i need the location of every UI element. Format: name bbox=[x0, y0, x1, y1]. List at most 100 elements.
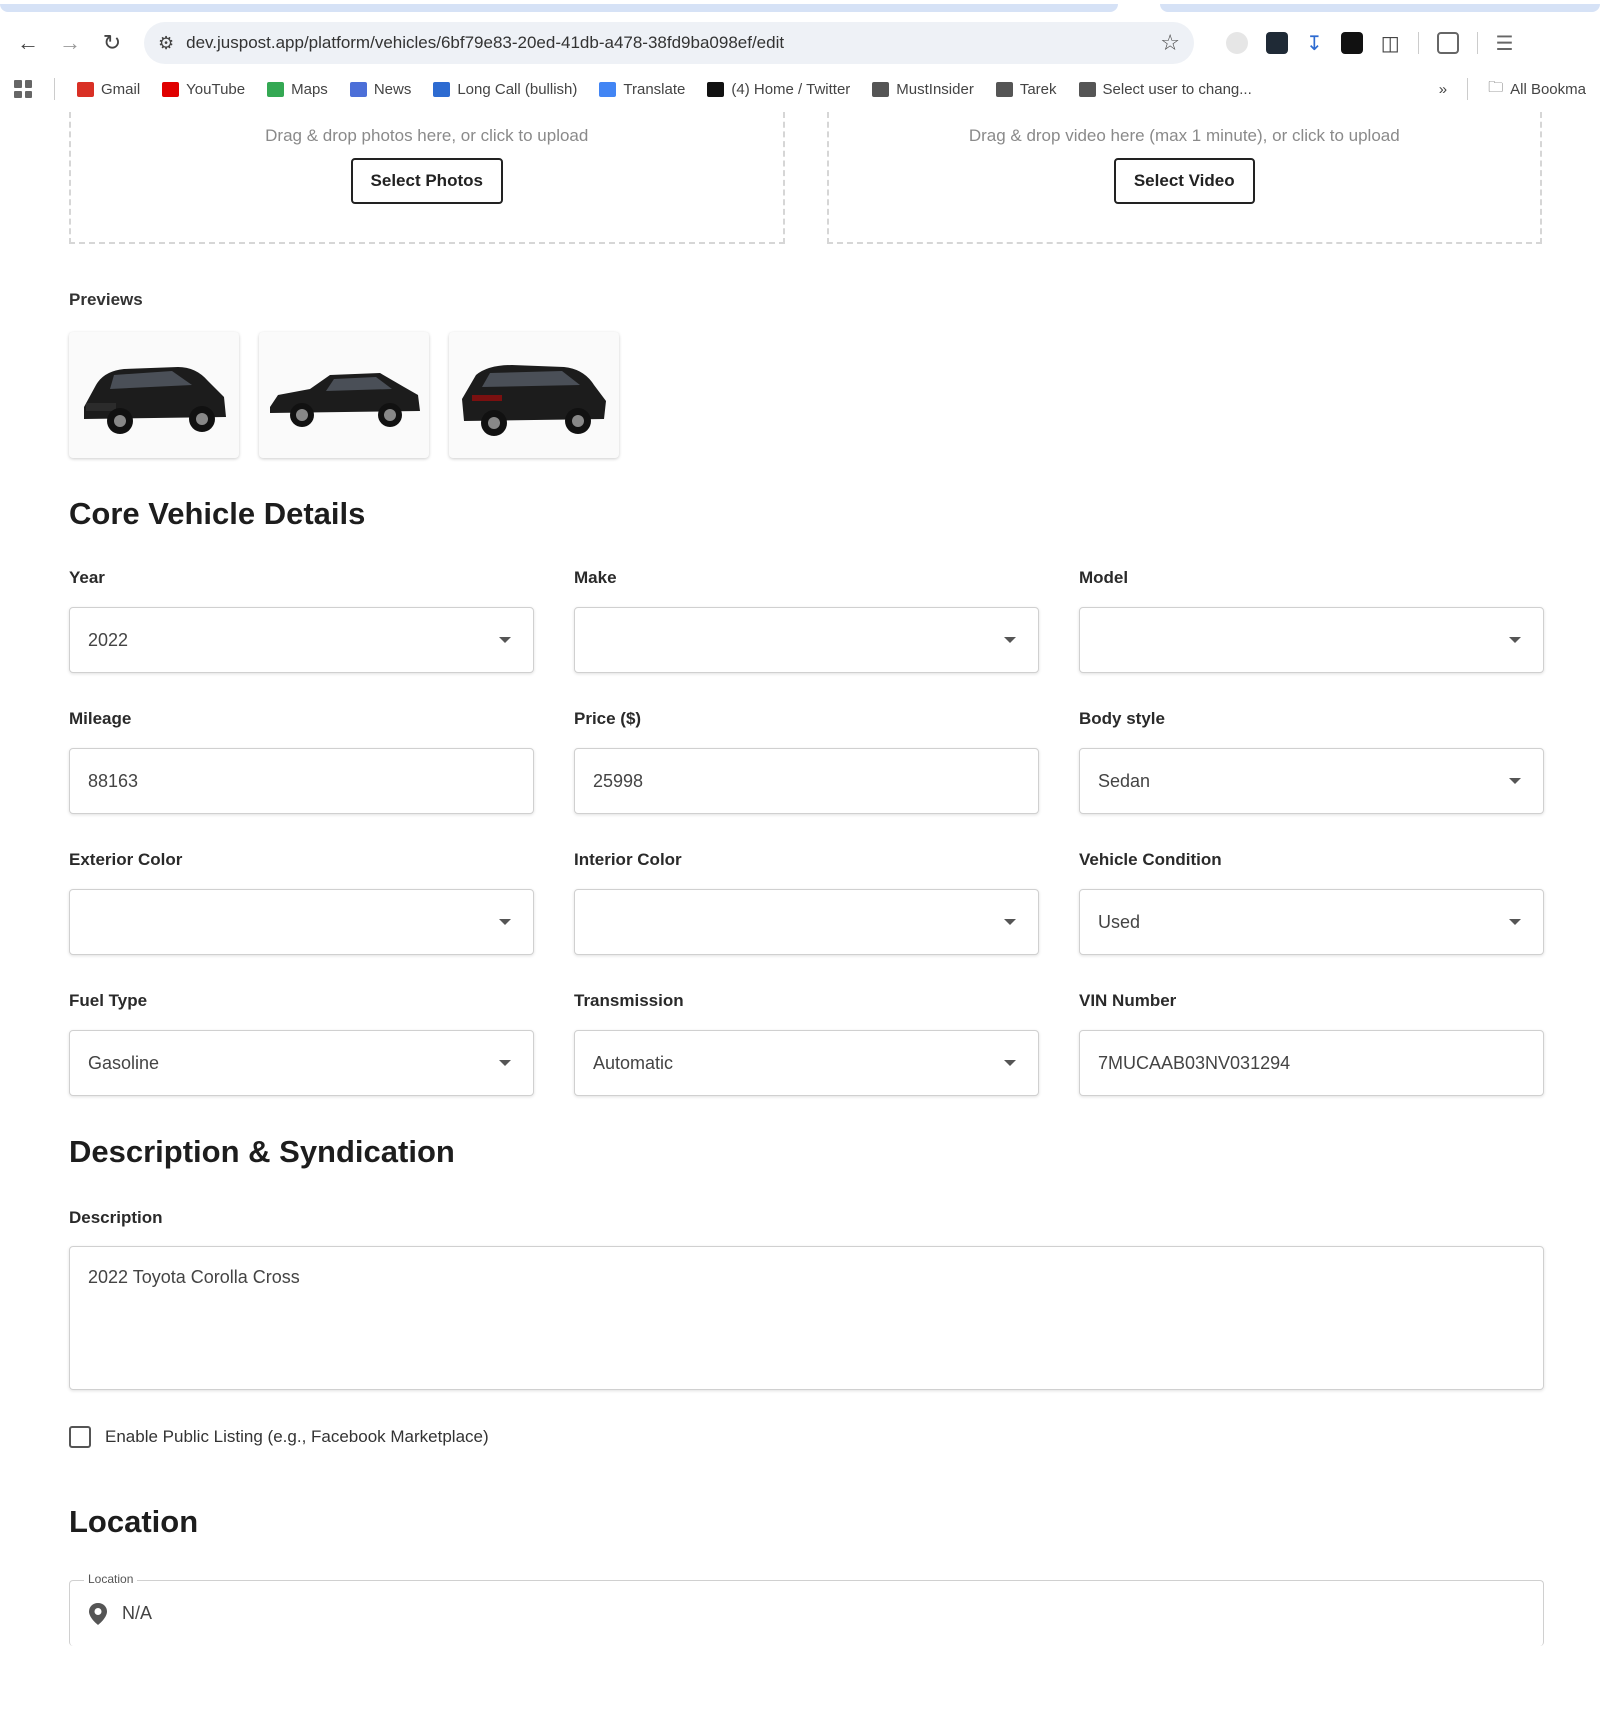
bookmark-item[interactable]: MustInsider bbox=[872, 81, 974, 98]
preview-thumbnail-front[interactable] bbox=[69, 332, 239, 458]
core-details-title: Core Vehicle Details bbox=[69, 496, 366, 531]
field-model: Model bbox=[1079, 568, 1544, 673]
field-interior-color: Interior Color bbox=[574, 850, 1039, 955]
x-icon bbox=[707, 81, 725, 97]
upload-row: Drag & drop photos here, or click to upl… bbox=[69, 112, 1542, 244]
all-bookmarks[interactable]: 🗀 All Bookma bbox=[1488, 77, 1586, 102]
translate-icon bbox=[599, 81, 617, 97]
tab-strip bbox=[0, 0, 1600, 14]
side-panel-icon[interactable] bbox=[1436, 32, 1459, 54]
globe-icon bbox=[1078, 81, 1096, 97]
select-video-button[interactable]: Select Video bbox=[1113, 158, 1255, 204]
site-settings-icon[interactable]: ⚙ bbox=[158, 33, 174, 54]
bookmark-item[interactable]: Gmail bbox=[77, 81, 140, 98]
chart-icon bbox=[433, 81, 451, 97]
vin-number-input[interactable]: 7MUCAAB03NV031294 bbox=[1079, 1030, 1544, 1096]
dropdown-arrow-icon[interactable] bbox=[499, 1060, 511, 1066]
body-style-value: Sedan bbox=[1098, 770, 1151, 791]
body-style-label: Body style bbox=[1079, 709, 1165, 728]
toolbar-divider bbox=[1476, 32, 1478, 54]
model-select[interactable] bbox=[1079, 607, 1544, 673]
preview-thumbnail-side[interactable] bbox=[259, 332, 429, 458]
extension-icon[interactable] bbox=[1340, 32, 1363, 54]
dropdown-arrow-icon[interactable] bbox=[1004, 919, 1016, 925]
vehicle-condition-select[interactable]: Used bbox=[1079, 889, 1544, 955]
mileage-input[interactable]: 88163 bbox=[69, 748, 534, 814]
more-bookmarks-icon[interactable]: » bbox=[1439, 81, 1447, 98]
extension-icon[interactable] bbox=[1266, 32, 1288, 54]
transmission-select[interactable]: Automatic bbox=[574, 1030, 1039, 1096]
video-dropzone[interactable]: Drag & drop video here (max 1 minute), o… bbox=[826, 112, 1542, 244]
extension-icons: ↧ ◫ ☰ bbox=[1226, 31, 1514, 56]
vin-number-label: VIN Number bbox=[1079, 991, 1177, 1010]
bookmark-label: Select user to chang... bbox=[1102, 80, 1252, 98]
puzzle-icon[interactable]: ◫ bbox=[1381, 31, 1400, 56]
body-style-select[interactable]: Sedan bbox=[1079, 748, 1544, 814]
fuel-type-label: Fuel Type bbox=[69, 991, 148, 1010]
inactive-tab[interactable] bbox=[1160, 4, 1600, 12]
public-listing-label: Enable Public Listing (e.g., Facebook Ma… bbox=[105, 1427, 489, 1446]
bookmark-item[interactable]: YouTube bbox=[162, 81, 245, 98]
interior-color-select[interactable] bbox=[574, 889, 1039, 955]
mileage-label: Mileage bbox=[69, 709, 132, 728]
forward-arrow-icon[interactable]: → bbox=[54, 27, 86, 59]
bookmark-item[interactable]: (4) Home / Twitter bbox=[707, 81, 850, 98]
mileage-value: 88163 bbox=[88, 770, 139, 791]
vin-number-value: 7MUCAAB03NV031294 bbox=[1098, 1052, 1291, 1073]
bookmark-item[interactable]: Maps bbox=[267, 81, 328, 98]
download-icon[interactable]: ↧ bbox=[1306, 31, 1323, 56]
bookmark-label: News bbox=[373, 80, 412, 98]
reload-icon[interactable]: ↻ bbox=[96, 27, 128, 59]
extension-icon[interactable] bbox=[1226, 32, 1248, 54]
dropdown-arrow-icon[interactable] bbox=[1509, 919, 1521, 925]
location-field[interactable]: Location N/A bbox=[69, 1572, 1544, 1646]
location-field-label: Location bbox=[84, 1572, 138, 1586]
dropdown-arrow-icon[interactable] bbox=[1509, 778, 1521, 784]
bookmark-item[interactable]: News bbox=[349, 80, 412, 98]
bookmark-label: MustInsider bbox=[896, 80, 974, 98]
bookmark-item[interactable]: Long Call (bullish) bbox=[433, 81, 577, 98]
public-listing-checkbox[interactable] bbox=[69, 1426, 91, 1448]
address-bar[interactable]: ⚙ dev.juspost.app/platform/vehicles/6bf7… bbox=[144, 22, 1194, 64]
profile-icon[interactable]: ☰ bbox=[1496, 31, 1514, 56]
preview-thumbnail-rear[interactable] bbox=[449, 332, 619, 458]
bookmark-item[interactable]: Tarek bbox=[995, 80, 1057, 98]
dropdown-arrow-icon[interactable] bbox=[499, 637, 511, 643]
preview-thumbnails bbox=[69, 332, 1542, 458]
dropdown-arrow-icon[interactable] bbox=[1509, 637, 1521, 643]
field-fuel-type: Fuel Type Gasoline bbox=[69, 991, 534, 1096]
dropdown-arrow-icon[interactable] bbox=[1004, 1060, 1016, 1066]
core-details-grid: Year 2022 Make Model Mileage 88163 Price ($) 25… bbox=[69, 568, 1544, 1096]
description-textarea[interactable]: 2022 Toyota Corolla Cross bbox=[69, 1246, 1544, 1390]
make-select[interactable] bbox=[574, 607, 1039, 673]
url-text[interactable]: dev.juspost.app/platform/vehicles/6bf79e… bbox=[186, 33, 1148, 53]
bookmark-star-icon[interactable]: ☆ bbox=[1160, 30, 1180, 56]
bookmarks-right: » 🗀 All Bookma bbox=[1439, 77, 1586, 102]
folder-icon bbox=[995, 81, 1013, 97]
dropdown-arrow-icon[interactable] bbox=[499, 919, 511, 925]
bookmark-label: Long Call (bullish) bbox=[457, 80, 578, 98]
active-tab[interactable] bbox=[0, 4, 1118, 12]
bookmark-label: Tarek bbox=[1019, 80, 1057, 98]
model-label: Model bbox=[1079, 568, 1129, 587]
year-select[interactable]: 2022 bbox=[69, 607, 534, 673]
apps-grid-icon[interactable] bbox=[14, 80, 32, 98]
exterior-color-select[interactable] bbox=[69, 889, 534, 955]
bookmarks-divider bbox=[54, 78, 55, 100]
transmission-value: Automatic bbox=[593, 1052, 674, 1073]
fuel-type-select[interactable]: Gasoline bbox=[69, 1030, 534, 1096]
news-icon bbox=[349, 81, 367, 97]
photo-dropzone-hint: Drag & drop photos here, or click to upl… bbox=[265, 126, 589, 145]
photo-dropzone[interactable]: Drag & drop photos here, or click to upl… bbox=[69, 112, 785, 244]
back-arrow-icon[interactable]: ← bbox=[12, 27, 44, 59]
price-value: 25998 bbox=[593, 770, 644, 791]
toolbar-divider bbox=[1417, 32, 1419, 54]
public-listing-option[interactable]: Enable Public Listing (e.g., Facebook Ma… bbox=[69, 1426, 1542, 1448]
field-price: Price ($) 25998 bbox=[574, 709, 1039, 814]
field-mileage: Mileage 88163 bbox=[69, 709, 534, 814]
bookmark-item[interactable]: Translate bbox=[599, 81, 685, 98]
price-input[interactable]: 25998 bbox=[574, 748, 1039, 814]
dropdown-arrow-icon[interactable] bbox=[1004, 637, 1016, 643]
select-photos-button[interactable]: Select Photos bbox=[350, 158, 503, 204]
bookmark-item[interactable]: Select user to chang... bbox=[1078, 80, 1252, 98]
